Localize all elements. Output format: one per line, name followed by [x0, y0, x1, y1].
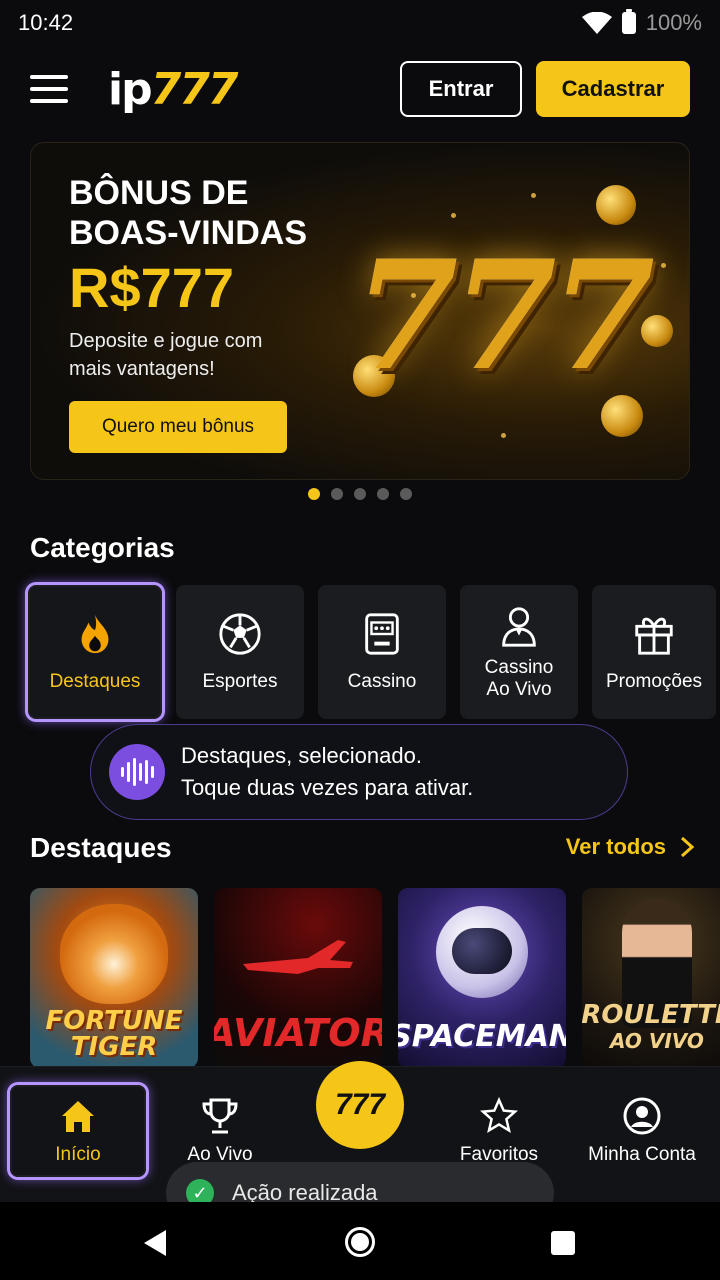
spark-decoration: [531, 193, 536, 198]
pager-dot[interactable]: [354, 488, 366, 500]
gift-icon: [635, 617, 673, 655]
app-logo[interactable]: ip777: [108, 63, 239, 115]
banner-pager[interactable]: [0, 488, 720, 500]
welcome-bonus-banner[interactable]: BÔNUS DE BOAS-VINDAS R$777 Deposite e jo…: [30, 142, 690, 480]
pager-dot[interactable]: [331, 488, 343, 500]
chevron-right-icon: [680, 836, 694, 858]
spark-decoration: [501, 433, 506, 438]
login-button[interactable]: Entrar: [400, 61, 522, 117]
nav-inicio[interactable]: Início: [10, 1085, 146, 1177]
banner-777-art: 777: [353, 228, 655, 404]
logo-suffix: 777: [150, 63, 239, 115]
wifi-icon: [581, 12, 612, 34]
see-all-label: Ver todos: [565, 834, 666, 859]
pager-dot[interactable]: [377, 488, 389, 500]
category-destaques[interactable]: Destaques: [28, 585, 162, 719]
pager-dot[interactable]: [400, 488, 412, 500]
system-navigation-bar: [0, 1202, 720, 1280]
talkback-text: Destaques, selecionado. Toque duas vezes…: [181, 743, 474, 800]
home-button-icon[interactable]: [345, 1227, 375, 1257]
game-title: SPACEMAN: [398, 1019, 566, 1054]
nav-label: Início: [55, 1144, 101, 1165]
category-cassino[interactable]: Cassino: [318, 585, 446, 719]
game-title: FORTUNE TIGER: [45, 1006, 183, 1062]
menu-icon[interactable]: [30, 75, 68, 103]
banner-description: Deposite e jogue com mais vantagens!: [69, 330, 263, 380]
game-title: AVIATOR: [214, 1011, 382, 1055]
slot-machine-icon: [365, 613, 399, 655]
tiger-artwork: [60, 904, 168, 1004]
soccer-ball-icon: [219, 613, 261, 655]
categories-title: Categorias: [30, 532, 175, 563]
flame-icon: [81, 614, 109, 654]
banner-amount: R$777: [69, 256, 235, 319]
game-card-fortune-tiger[interactable]: FORTUNE TIGER: [30, 888, 198, 1068]
claim-bonus-button[interactable]: Quero meu bônus: [69, 401, 287, 453]
spark-decoration: [451, 213, 456, 218]
game-title: ROULETTE AO VIVO: [582, 1000, 720, 1053]
logo-prefix: ip: [108, 63, 153, 115]
status-icons: 100%: [581, 9, 702, 36]
banner-title: BÔNUS DE BOAS-VINDAS: [69, 174, 308, 252]
coin-decoration: [596, 185, 636, 225]
category-esportes[interactable]: Esportes: [176, 585, 304, 719]
back-icon[interactable]: [144, 1230, 166, 1256]
category-label: Cassino Ao Vivo: [484, 657, 554, 700]
account-icon: [623, 1097, 661, 1135]
category-label: Cassino: [347, 671, 417, 692]
recent-apps-icon[interactable]: [551, 1231, 575, 1255]
categories-list: Destaques Esportes Cassino Cassino Ao Vi…: [28, 585, 716, 719]
battery-icon: [621, 9, 636, 34]
featured-games-list: FORTUNE TIGER AVIATOR SPACEMAN ROULETTE …: [30, 888, 720, 1068]
pager-dot[interactable]: [308, 488, 320, 500]
talkback-announcement: Destaques, selecionado. Toque duas vezes…: [90, 724, 628, 820]
app-header: ip777 Entrar Cadastrar: [0, 56, 720, 122]
star-icon: [479, 1096, 519, 1133]
status-bar: 10:42 100%: [0, 0, 720, 46]
astronaut-artwork: [436, 906, 528, 998]
battery-level: 100%: [645, 10, 702, 35]
nav-minha-conta[interactable]: Minha Conta: [574, 1085, 710, 1177]
game-card-aviator[interactable]: AVIATOR: [214, 888, 382, 1068]
category-promocoes[interactable]: Promoções: [592, 585, 716, 719]
game-card-spaceman[interactable]: SPACEMAN: [398, 888, 566, 1068]
voice-wave-icon: [109, 744, 165, 800]
register-button[interactable]: Cadastrar: [536, 61, 690, 117]
nav-label: Minha Conta: [588, 1144, 696, 1165]
status-time: 10:42: [18, 10, 74, 35]
spark-decoration: [661, 263, 666, 268]
home-icon: [62, 1101, 94, 1132]
nav-777-button[interactable]: 777: [316, 1061, 404, 1149]
see-all-link[interactable]: Ver todos: [566, 834, 694, 860]
game-card-roulette[interactable]: ROULETTE AO VIVO: [582, 888, 720, 1068]
dealer-icon: [502, 607, 536, 647]
category-label: Promoções: [605, 671, 703, 692]
featured-title: Destaques: [30, 832, 172, 863]
trophy-icon: [202, 1098, 238, 1134]
category-label: Esportes: [202, 671, 278, 692]
category-label: Destaques: [49, 671, 141, 692]
plane-artwork: [243, 940, 353, 974]
category-cassino-ao-vivo[interactable]: Cassino Ao Vivo: [460, 585, 578, 719]
